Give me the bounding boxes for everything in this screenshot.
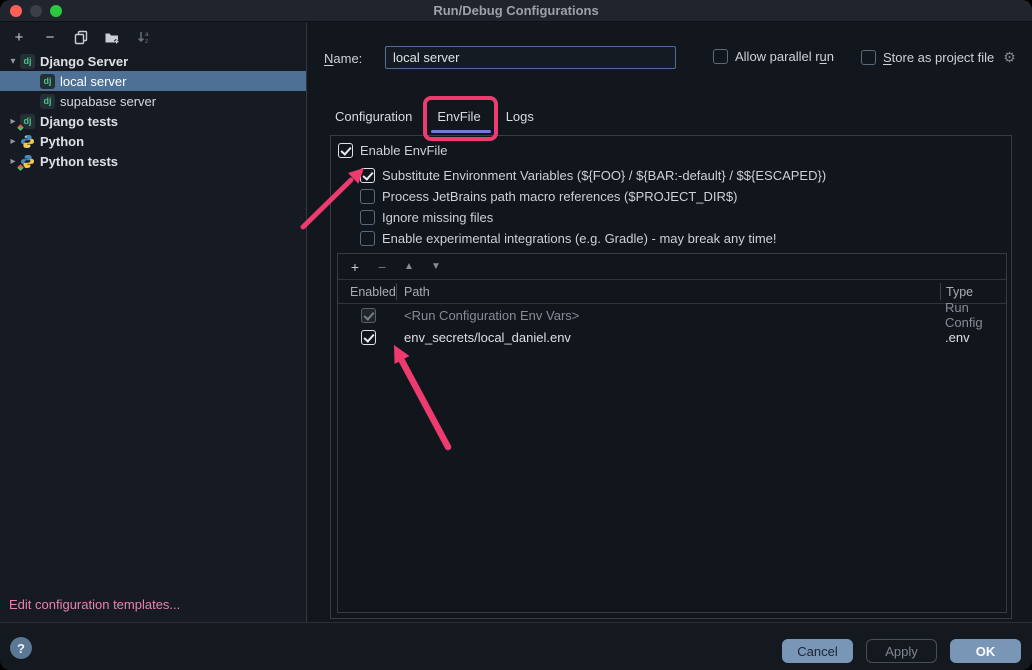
configurations-tree: ▾ dj Django Server dj local server dj su… — [0, 51, 306, 171]
configurations-sidebar: + − az ▾ dj Django Server dj local serve… — [0, 23, 307, 622]
envfile-tab-panel: Enable EnvFile Substitute Environment Va… — [330, 135, 1012, 619]
active-tab-underline — [431, 130, 491, 133]
enable-envfile-checkbox[interactable] — [338, 143, 353, 158]
substitute-env-vars-option: Substitute Environment Variables (${FOO}… — [360, 167, 826, 183]
tree-item-django-tests[interactable]: ▸ dj Django tests — [0, 111, 306, 131]
copy-configuration-icon[interactable] — [73, 29, 89, 45]
allow-parallel-run-option: Allow parallel run — [713, 49, 834, 64]
env-files-table-header: Enabled Path Type — [338, 280, 1006, 304]
column-separator[interactable] — [396, 283, 397, 300]
table-row-run-config-env-vars[interactable]: <Run Configuration Env Vars> Run Config — [338, 304, 1006, 326]
tree-item-local-server[interactable]: dj local server — [0, 71, 306, 91]
substitute-env-vars-checkbox[interactable] — [360, 168, 375, 183]
gear-icon[interactable]: ⚙ — [1003, 49, 1016, 66]
dialog-footer: ? Cancel Apply OK — [0, 622, 1032, 670]
ignore-missing-files-option: Ignore missing files — [360, 209, 493, 225]
python-icon — [20, 134, 35, 149]
allow-parallel-run-label: Allow parallel run — [735, 49, 834, 64]
sidebar-toolbar: + − az — [0, 23, 306, 51]
close-window-button[interactable] — [10, 5, 22, 17]
move-up-icon[interactable]: ▲ — [401, 259, 417, 275]
django-tests-icon: dj — [20, 114, 35, 129]
help-button[interactable]: ? — [10, 637, 32, 659]
edit-configuration-templates-link[interactable]: Edit configuration templates... — [9, 597, 180, 612]
column-header-enabled[interactable]: Enabled — [350, 285, 396, 299]
table-row-env-secrets-file[interactable]: env_secrets/local_daniel.env .env — [338, 326, 1006, 348]
chevron-down-icon[interactable]: ▾ — [6, 56, 20, 67]
minimize-window-button[interactable] — [30, 5, 42, 17]
tab-configuration[interactable]: Configuration — [335, 107, 412, 127]
tree-item-python[interactable]: ▸ Python — [0, 131, 306, 151]
django-icon: dj — [40, 74, 55, 89]
ignore-missing-files-checkbox[interactable] — [360, 210, 375, 225]
remove-configuration-icon[interactable]: − — [42, 29, 58, 45]
remove-env-file-icon[interactable]: − — [374, 259, 390, 275]
store-as-project-file-option: Store as project file ⚙ — [861, 49, 1016, 66]
column-header-path[interactable]: Path — [404, 285, 430, 299]
row-enabled-checkbox — [361, 308, 376, 323]
move-down-icon[interactable]: ▼ — [428, 259, 444, 275]
ok-button[interactable]: OK — [950, 639, 1021, 663]
django-icon: dj — [40, 94, 55, 109]
svg-text:a: a — [145, 31, 149, 38]
name-label: Name: — [324, 51, 362, 66]
env-files-table: + − ▲ ▼ Enabled Path Type <Run Configura… — [337, 253, 1007, 613]
process-path-macro-option: Process JetBrains path macro references … — [360, 188, 737, 204]
experimental-integrations-checkbox[interactable] — [360, 231, 375, 246]
dialog-title: Run/Debug Configurations — [433, 3, 598, 18]
run-debug-configurations-dialog: Run/Debug Configurations + − az ▾ dj Dja… — [0, 0, 1032, 670]
column-separator[interactable] — [940, 283, 941, 300]
tab-bar: Configuration EnvFile Logs — [335, 107, 534, 127]
traffic-lights — [10, 5, 62, 17]
store-as-project-file-label: Store as project file — [883, 50, 994, 65]
chevron-right-icon[interactable]: ▸ — [6, 136, 20, 147]
row-enabled-checkbox[interactable] — [361, 330, 376, 345]
store-as-project-file-checkbox[interactable] — [861, 50, 876, 65]
add-env-file-icon[interactable]: + — [347, 259, 363, 275]
sort-configurations-icon[interactable]: az — [135, 29, 151, 45]
svg-text:z: z — [145, 38, 148, 45]
new-folder-icon[interactable] — [104, 29, 120, 45]
tree-item-django-server[interactable]: ▾ dj Django Server — [0, 51, 306, 71]
zoom-window-button[interactable] — [50, 5, 62, 17]
column-header-type[interactable]: Type — [946, 285, 973, 299]
env-files-table-toolbar: + − ▲ ▼ — [338, 254, 1006, 280]
name-input[interactable] — [385, 46, 676, 69]
process-path-macro-checkbox[interactable] — [360, 189, 375, 204]
allow-parallel-run-checkbox[interactable] — [713, 49, 728, 64]
cancel-button[interactable]: Cancel — [782, 639, 853, 663]
configuration-editor: Name: Allow parallel run Store as projec… — [308, 23, 1032, 622]
enable-envfile-option: Enable EnvFile — [338, 142, 447, 158]
add-configuration-icon[interactable]: + — [11, 29, 27, 45]
titlebar: Run/Debug Configurations — [0, 0, 1032, 22]
python-tests-icon — [20, 154, 35, 169]
experimental-integrations-option: Enable experimental integrations (e.g. G… — [360, 230, 777, 246]
tab-envfile[interactable]: EnvFile — [437, 107, 480, 127]
tab-logs[interactable]: Logs — [506, 107, 534, 127]
apply-button[interactable]: Apply — [866, 639, 937, 663]
tree-item-supabase-server[interactable]: dj supabase server — [0, 91, 306, 111]
django-icon: dj — [20, 54, 35, 69]
tree-item-python-tests[interactable]: ▸ Python tests — [0, 151, 306, 171]
